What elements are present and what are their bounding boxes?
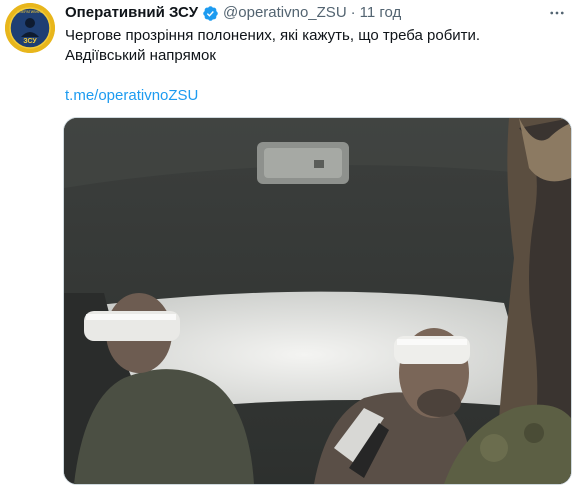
author-handle[interactable]: @operativno_ZSU xyxy=(223,3,347,23)
more-options-icon[interactable] xyxy=(546,2,568,24)
tweet-text: Чергове прозріння полонених, які кажуть,… xyxy=(65,26,570,66)
avatar-label: ЗСУ xyxy=(23,38,37,45)
tweet-header: Оперативний ЗСУ @operativno_ZSU · 11 год xyxy=(65,3,401,23)
separator: · xyxy=(350,4,356,21)
timestamp[interactable]: 11 год xyxy=(360,3,402,23)
tweet[interactable]: ЗСУ ОПЕРАТИВНИЙ Оперативний ЗСУ @operati… xyxy=(0,0,579,488)
verified-badge-icon xyxy=(202,5,219,22)
tweet-text-line: Чергове прозріння полонених, які кажуть,… xyxy=(65,27,481,44)
avatar[interactable]: ЗСУ ОПЕРАТИВНИЙ xyxy=(5,3,55,53)
tweet-link[interactable]: t.me/operativnoZSU xyxy=(65,86,198,106)
author-name[interactable]: Оперативний ЗСУ xyxy=(65,3,198,23)
video-thumbnail[interactable] xyxy=(63,117,572,485)
tweet-text-line: Авдіївський напрямок xyxy=(65,47,216,64)
avatar-ring-label: ОПЕРАТИВНИЙ xyxy=(17,10,44,14)
